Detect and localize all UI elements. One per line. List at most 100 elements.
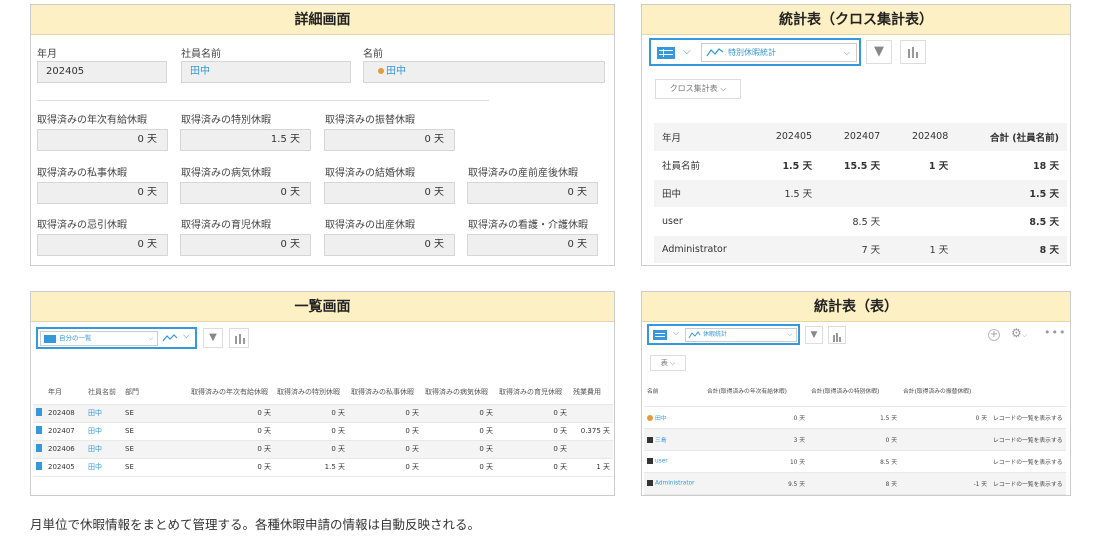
show-records-link[interactable]: レコードの一覧を表示する <box>990 406 1066 429</box>
col-header: 取得済みの特別休暇 <box>274 380 348 405</box>
user-icon <box>647 415 653 421</box>
cell <box>888 207 957 236</box>
filter-button[interactable]: ▼ <box>866 40 892 64</box>
more-options-icon[interactable]: ••• <box>1044 326 1066 339</box>
cross-header-row: 年月 202405 202407 202408 合計 (社員名前) <box>654 123 1067 152</box>
row-label: user <box>654 207 752 236</box>
show-records-link[interactable]: レコードの一覧を表示する <box>990 428 1066 451</box>
graph-button[interactable] <box>229 328 249 348</box>
col-header: 合計(取得済みの振替休暇) <box>900 376 990 407</box>
table-view-icon[interactable] <box>657 47 675 59</box>
detail-panel: 詳細画面 年月 202405 社員名前 田中 名前 田中 取得済みの年次有給休暇… <box>30 4 615 266</box>
list-title: 一覧画面 <box>31 292 614 322</box>
view-toolbar: 自分の一覧 ⌵ ⌵ <box>36 327 197 349</box>
view-toolbar: ⌵ 特別休暇統計 ⌵ <box>649 38 861 66</box>
cell: 0 天 <box>900 406 990 429</box>
cell: 0.375 天 <box>570 422 613 441</box>
cell: 8.5 天 <box>808 450 900 473</box>
filter-button[interactable]: ▼ <box>805 326 823 344</box>
cell <box>570 440 613 459</box>
graph-settings-button[interactable] <box>900 40 926 64</box>
value-sick-leave: 0 天 <box>180 182 311 204</box>
mode-select[interactable]: クロス集計表 ⌵ <box>655 79 741 99</box>
col-header: 社員名前 <box>85 380 122 405</box>
show-records-link[interactable]: レコードの一覧を表示する <box>990 450 1066 473</box>
value-marriage-leave: 0 天 <box>324 182 455 204</box>
add-icon[interactable]: + <box>988 329 1000 341</box>
table-row: 三島 3 天 0 天 レコードの一覧を表示する <box>644 428 1066 451</box>
table-view-icon[interactable] <box>653 330 667 340</box>
table-row[interactable]: 202405 田中 SE 0 天 1.5 天 0 天 0 天 0 天 1 天 <box>33 458 613 477</box>
user-link[interactable]: 田中 <box>655 416 667 422</box>
stats-table: 名前 合計(取得済みの年次有給休暇) 合計(取得済みの特別休暇) 合計(取得済み… <box>644 376 1066 495</box>
caption: 月単位で休暇情報をまとめて管理する。各種休暇申請の情報は自動反映される。 <box>30 517 481 532</box>
cell <box>900 450 990 473</box>
cell: SE <box>122 422 188 441</box>
col-header: 残業費用 <box>570 380 613 405</box>
cell: SE <box>122 458 188 477</box>
chart-select[interactable]: 休暇統計 ⌵ <box>685 328 797 342</box>
cell: 0 天 <box>496 422 570 441</box>
cell: 8.5 天 <box>820 207 889 236</box>
table-row: 田中 1.5 天 1.5 天 <box>654 179 1067 208</box>
cell: 0 天 <box>274 422 348 441</box>
col-header: 部門 <box>122 380 188 405</box>
gear-icon[interactable]: ⚙⌵ <box>1011 326 1027 340</box>
value-birth-leave: 0 天 <box>324 234 455 256</box>
record-detail-icon[interactable] <box>36 426 42 434</box>
cell <box>888 179 957 208</box>
user-icon <box>647 457 653 464</box>
record-detail-icon[interactable] <box>36 444 42 452</box>
cell: 0 天 <box>704 406 808 429</box>
field-name-link[interactable]: 田中 <box>386 66 406 77</box>
table-row[interactable]: 202406 田中 SE 0 天 0 天 0 天 0 天 0 天 <box>33 440 613 459</box>
cell <box>752 207 821 236</box>
user-link[interactable]: Administrator <box>655 480 695 486</box>
field-employee-link[interactable]: 田中 <box>181 61 351 83</box>
value-maternity-leave: 0 天 <box>467 182 598 204</box>
cell: 1.5 天 <box>752 179 821 208</box>
line-chart-icon <box>688 331 701 339</box>
view-select[interactable]: 自分の一覧 ⌵ <box>40 331 158 346</box>
cell-link[interactable]: 田中 <box>85 440 122 459</box>
value-personal-leave: 0 天 <box>37 182 168 204</box>
cell-link[interactable]: 田中 <box>85 422 122 441</box>
chart-select-value: 休暇統計 <box>703 331 728 338</box>
label-substitute-leave: 取得済みの振替休暇 <box>325 115 415 126</box>
cell: 3 天 <box>704 428 808 451</box>
col-spacer <box>33 380 45 405</box>
table-row: 社員名前 1.5 天 15.5 天 1 天 18 天 <box>654 151 1067 180</box>
chevron-down-icon[interactable]: ⌵ <box>673 328 679 338</box>
cell: 1.5 天 <box>752 151 821 180</box>
show-records-link[interactable]: レコードの一覧を表示する <box>990 472 1066 495</box>
chevron-down-icon: ⌵ <box>148 334 153 342</box>
table-row[interactable]: 202408 田中 SE 0 天 0 天 0 天 0 天 0 天 <box>33 404 613 423</box>
record-detail-icon[interactable] <box>36 408 42 416</box>
cell-link[interactable]: 田中 <box>85 404 122 423</box>
cell: 8 天 <box>808 472 900 495</box>
graph-settings-button[interactable] <box>828 326 846 344</box>
mode-select[interactable]: 表 ⌵ <box>650 355 686 371</box>
table-row[interactable]: 202407 田中 SE 0 天 0 天 0 天 0 天 0 天 0.375 天 <box>33 422 613 441</box>
divider <box>37 100 489 101</box>
chevron-down-icon[interactable]: ⌵ <box>683 46 691 57</box>
view-select-value: 自分の一覧 <box>59 334 92 342</box>
user-link[interactable]: user <box>655 458 668 464</box>
line-chart-icon[interactable] <box>162 333 178 343</box>
value-nursing-leave: 0 天 <box>467 234 598 256</box>
cell-link[interactable]: 田中 <box>85 458 122 477</box>
cell <box>820 179 889 208</box>
record-detail-icon[interactable] <box>36 462 42 470</box>
filter-button[interactable]: ▼ <box>203 328 223 348</box>
user-link[interactable]: 三島 <box>655 438 667 444</box>
chart-select[interactable]: 特別休暇統計 ⌵ <box>701 43 857 62</box>
cell-total: 1.5 天 <box>956 179 1067 208</box>
col-header: 名前 <box>644 376 704 407</box>
list-header-row: 年月 社員名前 部門 取得済みの年次有給休暇 取得済みの特別休暇 取得済みの私事… <box>33 380 613 405</box>
col-header: 取得済みの私事休暇 <box>348 380 422 405</box>
cell: 0 天 <box>188 440 274 459</box>
cell: 0 天 <box>348 404 422 423</box>
stats-title: 統計表（表） <box>642 292 1070 322</box>
chevron-down-icon[interactable]: ⌵ <box>183 331 190 341</box>
cell: 0 天 <box>348 422 422 441</box>
